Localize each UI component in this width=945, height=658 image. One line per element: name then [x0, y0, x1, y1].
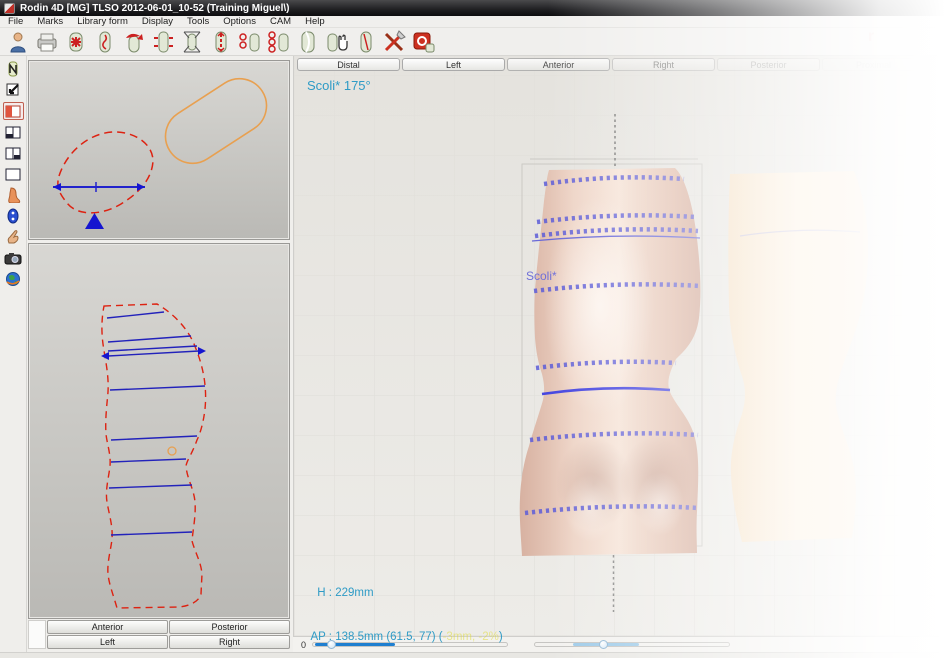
left-button[interactable]: Left: [47, 635, 168, 649]
menu-options[interactable]: Options: [223, 16, 256, 27]
posterior-button[interactable]: Posterior: [169, 620, 290, 634]
tab-anterior[interactable]: Anterior: [507, 58, 610, 71]
faded-brand-logo: r: [868, 28, 874, 46]
main-torso[interactable]: [520, 168, 701, 556]
view-tabs: Distal Left Anterior Right Posterior Pro…: [297, 58, 925, 71]
tab-right[interactable]: Right: [612, 58, 715, 71]
model-measure-icon[interactable]: [354, 30, 378, 54]
layout-split-icon[interactable]: [3, 123, 24, 141]
model-height-icon[interactable]: [209, 30, 233, 54]
right-button[interactable]: Right: [169, 635, 290, 649]
anterior-button[interactable]: Anterior: [47, 620, 168, 634]
title-bar[interactable]: Rodin 4D [MG] TLSO 2012-06-01_10-52 (Tra…: [0, 0, 945, 16]
zoom-arrow-icon[interactable]: [3, 81, 24, 99]
cross-section-panel[interactable]: [28, 60, 290, 240]
main-toolbar: [0, 28, 945, 56]
scoli-angle-label: Scoli* 175°: [307, 78, 371, 93]
model-rings-stack-icon[interactable]: [267, 30, 291, 54]
model-scoli-label: Scoli*: [526, 269, 557, 283]
hand-select-icon[interactable]: [325, 30, 349, 54]
measurement-readout: H : 229mm AP : 138.5mm (61.5, 77) (-3mm,…: [304, 557, 503, 658]
rodin4d-window: Rodin 4D [MG] TLSO 2012-06-01_10-52 (Tra…: [0, 0, 945, 658]
app-logo-icon: [4, 3, 15, 14]
reference-section-outline: [155, 68, 277, 173]
orientation-buttons: Anterior Posterior Left Right: [28, 620, 290, 650]
layout-columns-icon[interactable]: [3, 144, 24, 162]
tab-posterior[interactable]: Posterior: [717, 58, 820, 71]
zoom-slider[interactable]: [534, 642, 730, 647]
model-cage-icon[interactable]: [180, 30, 204, 54]
tools-icon[interactable]: [383, 30, 407, 54]
tool-sidebar: [0, 56, 27, 658]
menu-marks[interactable]: Marks: [37, 16, 63, 27]
menu-cam[interactable]: CAM: [270, 16, 291, 27]
layout-left-icon[interactable]: [3, 102, 24, 120]
menu-bar: File Marks Library form Display Tools Op…: [0, 16, 945, 28]
menu-display[interactable]: Display: [142, 16, 173, 27]
tab-proximal[interactable]: Proximal: [822, 58, 925, 71]
reference-torso: [728, 171, 868, 542]
menu-help[interactable]: Help: [305, 16, 325, 27]
model-marks-icon[interactable]: [93, 30, 117, 54]
profile-drawing: [29, 244, 289, 618]
pointer-select-icon[interactable]: [3, 60, 24, 78]
profile-panel[interactable]: [28, 243, 290, 619]
modified-section-outline: [58, 132, 153, 213]
model-width-icon[interactable]: [151, 30, 175, 54]
measure-h: H : 229mm: [304, 586, 503, 601]
menu-file[interactable]: File: [8, 16, 23, 27]
scene-3d[interactable]: Scoli*: [294, 56, 945, 636]
layout-single-icon[interactable]: [3, 165, 24, 183]
model-delete-icon[interactable]: [64, 30, 88, 54]
tab-left[interactable]: Left: [402, 58, 505, 71]
model-rings-left-icon[interactable]: [238, 30, 262, 54]
section-level-lines: [107, 312, 205, 535]
anterior-marker-triangle[interactable]: [85, 213, 104, 229]
level-arrow-right[interactable]: [198, 347, 206, 355]
socket-tool-icon[interactable]: [3, 207, 24, 225]
cam-output-icon[interactable]: [412, 30, 436, 54]
window-title: Rodin 4D [MG] TLSO 2012-06-01_10-52 (Tra…: [20, 3, 290, 14]
zoom-slider-thumb[interactable]: [599, 640, 608, 649]
tab-distal[interactable]: Distal: [297, 58, 400, 71]
camera-icon[interactable]: [3, 249, 24, 267]
model-trim-icon[interactable]: [296, 30, 320, 54]
corner-cell: [28, 620, 46, 649]
model-rotate-icon[interactable]: [122, 30, 146, 54]
patient-icon[interactable]: [6, 30, 30, 54]
measure-ap: AP : 138.5mm (61.5, 77) (-3mm, -2%): [304, 630, 503, 645]
landmark-circle: [168, 447, 176, 455]
cross-section-drawing: [29, 61, 289, 239]
profile-outline: [102, 304, 206, 608]
print-icon[interactable]: [35, 30, 59, 54]
menu-library-form[interactable]: Library form: [77, 16, 128, 27]
menu-tools[interactable]: Tools: [187, 16, 209, 27]
viewport-3d[interactable]: Distal Left Anterior Right Posterior Pro…: [293, 56, 945, 636]
hand-pen-tool-icon[interactable]: [3, 228, 24, 246]
foot-tool-icon[interactable]: [3, 186, 24, 204]
globe-icon[interactable]: [3, 270, 24, 288]
